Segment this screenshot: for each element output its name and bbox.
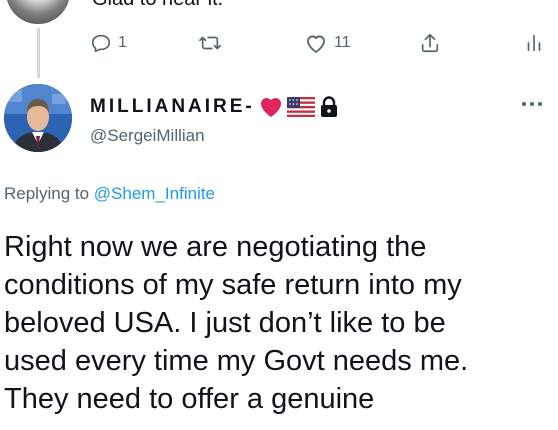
retweet-icon [199, 36, 221, 50]
tweet-text-line: They need to offer a genuine [4, 383, 375, 415]
tweet-text: Right now we are negotiating the conditi… [4, 228, 552, 418]
display-name-text: MILLIANAIRE- [90, 96, 255, 117]
tweet-text-line: Right now we are negotiating the [4, 231, 427, 263]
avatar[interactable] [4, 84, 72, 152]
tweet-text-line: beloved USA. I just don’t like to be [4, 307, 446, 339]
parent-tweet-text: Glad to hear it. [92, 0, 223, 11]
more-icon [522, 102, 542, 106]
handle[interactable]: @SergeiMillian [90, 126, 205, 146]
us-flag-emoji [286, 97, 315, 117]
reply-count: 1 [118, 34, 127, 51]
share-icon [421, 33, 439, 53]
reply-button[interactable]: 1 [90, 28, 127, 58]
lock-icon [320, 96, 337, 117]
replying-to-link[interactable]: @Shem_Infinite [94, 184, 215, 203]
retweet-button[interactable] [198, 28, 222, 58]
like-icon [307, 35, 325, 53]
tweet-text-line: conditions of my safe return into my [4, 269, 462, 301]
replying-to: Replying to @Shem_Infinite [4, 184, 215, 204]
tweet-text-line: used every time my Govt needs me. [4, 345, 469, 377]
replying-label: Replying to [4, 184, 90, 203]
reply-icon [91, 34, 111, 53]
heart-emoji [260, 97, 281, 117]
thread-line [37, 28, 40, 78]
display-name[interactable]: MILLIANAIRE- [90, 96, 339, 118]
analytics-button[interactable] [524, 28, 544, 58]
parent-avatar[interactable] [6, 0, 70, 24]
like-count: 11 [334, 34, 351, 51]
more-button[interactable] [520, 94, 544, 119]
share-button[interactable] [419, 28, 441, 58]
like-button[interactable]: 11 [304, 28, 351, 58]
avatar-image [4, 84, 72, 152]
analytics-icon [527, 34, 541, 52]
